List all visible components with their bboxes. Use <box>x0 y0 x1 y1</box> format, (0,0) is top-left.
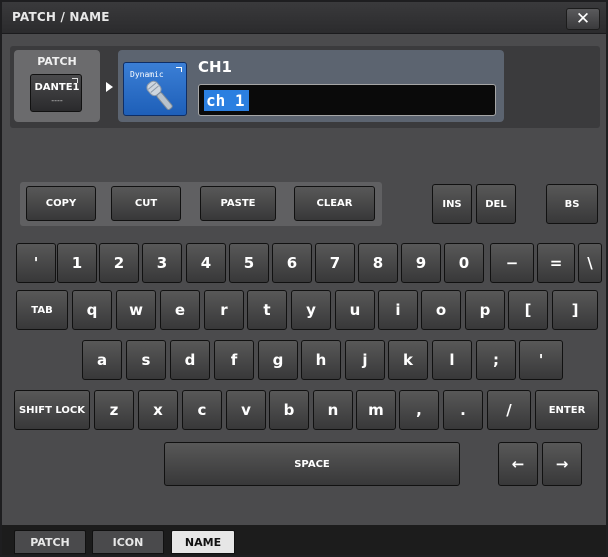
tab-key[interactable]: TAB <box>16 290 68 330</box>
cut-button[interactable]: CUT <box>111 186 181 221</box>
key-slash[interactable]: / <box>487 390 531 430</box>
patch-button-sub: ---- <box>51 96 63 105</box>
channel-icon-button[interactable]: Dynamic <box>123 62 187 116</box>
key-m[interactable]: m <box>356 390 396 430</box>
popup-corner-icon <box>176 67 182 72</box>
key-g[interactable]: g <box>258 340 298 380</box>
patch-box: PATCH DANTE1 ---- <box>14 50 100 122</box>
key-2[interactable]: 2 <box>99 243 139 283</box>
enter-key[interactable]: ENTER <box>535 390 599 430</box>
key-j[interactable]: j <box>345 340 385 380</box>
patch-select-button[interactable]: DANTE1 ---- <box>30 74 82 112</box>
key-h[interactable]: h <box>301 340 341 380</box>
arrow-right-icon <box>106 82 113 92</box>
key-equals[interactable]: = <box>537 243 575 283</box>
key-e[interactable]: e <box>160 290 200 330</box>
cursor-right-arrow-icon[interactable]: → <box>542 442 582 486</box>
key-x[interactable]: x <box>138 390 178 430</box>
patch-button-name: DANTE1 <box>34 82 80 93</box>
key-5[interactable]: 5 <box>229 243 269 283</box>
channel-name-input[interactable]: ch 1 <box>198 84 496 116</box>
key-8[interactable]: 8 <box>358 243 398 283</box>
key-semicolon[interactable]: ; <box>476 340 516 380</box>
key-quote[interactable]: ' <box>519 340 563 380</box>
title-bar: PATCH / NAME ✕ <box>2 2 606 34</box>
key-v[interactable]: v <box>226 390 266 430</box>
tab-name[interactable]: NAME <box>171 530 235 554</box>
key-left-bracket[interactable]: [ <box>508 290 548 330</box>
key-k[interactable]: k <box>388 340 428 380</box>
key-0[interactable]: 0 <box>444 243 484 283</box>
tab-icon[interactable]: ICON <box>92 530 164 554</box>
key-backslash[interactable]: \ <box>578 243 602 283</box>
delete-button[interactable]: DEL <box>476 184 516 224</box>
key-c[interactable]: c <box>182 390 222 430</box>
space-key[interactable]: SPACE <box>164 442 460 486</box>
key-1[interactable]: 1 <box>57 243 97 283</box>
key-w[interactable]: w <box>116 290 156 330</box>
channel-id: CH1 <box>198 58 232 76</box>
shift-lock-key[interactable]: SHIFT LOCK <box>14 390 90 430</box>
key-i[interactable]: i <box>378 290 418 330</box>
close-button[interactable]: ✕ <box>566 8 600 30</box>
key-a[interactable]: a <box>82 340 122 380</box>
patch-label: PATCH <box>37 55 77 68</box>
insert-button[interactable]: INS <box>432 184 472 224</box>
key-d[interactable]: d <box>170 340 210 380</box>
key-s[interactable]: s <box>126 340 166 380</box>
key-l[interactable]: l <box>432 340 472 380</box>
key-9[interactable]: 9 <box>401 243 441 283</box>
key-n[interactable]: n <box>313 390 353 430</box>
key-o[interactable]: o <box>421 290 461 330</box>
key-right-bracket[interactable]: ] <box>552 290 598 330</box>
backspace-button[interactable]: BS <box>546 184 598 224</box>
key-3[interactable]: 3 <box>142 243 182 283</box>
key-y[interactable]: y <box>291 290 331 330</box>
paste-button[interactable]: PASTE <box>200 186 276 221</box>
clear-button[interactable]: CLEAR <box>294 186 375 221</box>
key-7[interactable]: 7 <box>315 243 355 283</box>
patch-name-window: PATCH / NAME ✕ PATCH DANTE1 ---- Dynamic… <box>0 0 608 557</box>
cursor-left-arrow-icon[interactable]: ← <box>498 442 538 486</box>
key-6[interactable]: 6 <box>272 243 312 283</box>
key-t[interactable]: t <box>247 290 287 330</box>
copy-button[interactable]: COPY <box>26 186 96 221</box>
key-comma[interactable]: , <box>399 390 439 430</box>
icon-type-label: Dynamic <box>130 70 164 79</box>
key-minus[interactable]: − <box>490 243 534 283</box>
window-title: PATCH / NAME <box>12 10 110 24</box>
key-u[interactable]: u <box>335 290 375 330</box>
dynamic-microphone-icon <box>146 80 173 110</box>
channel-name-text: ch 1 <box>204 90 249 111</box>
key-period[interactable]: . <box>443 390 483 430</box>
key-4[interactable]: 4 <box>186 243 226 283</box>
key-z[interactable]: z <box>94 390 134 430</box>
tab-patch[interactable]: PATCH <box>14 530 86 554</box>
key-f[interactable]: f <box>214 340 254 380</box>
key-b[interactable]: b <box>269 390 309 430</box>
key-p[interactable]: p <box>465 290 505 330</box>
key-apostrophe[interactable]: ' <box>16 243 56 283</box>
key-q[interactable]: q <box>72 290 112 330</box>
key-r[interactable]: r <box>204 290 244 330</box>
